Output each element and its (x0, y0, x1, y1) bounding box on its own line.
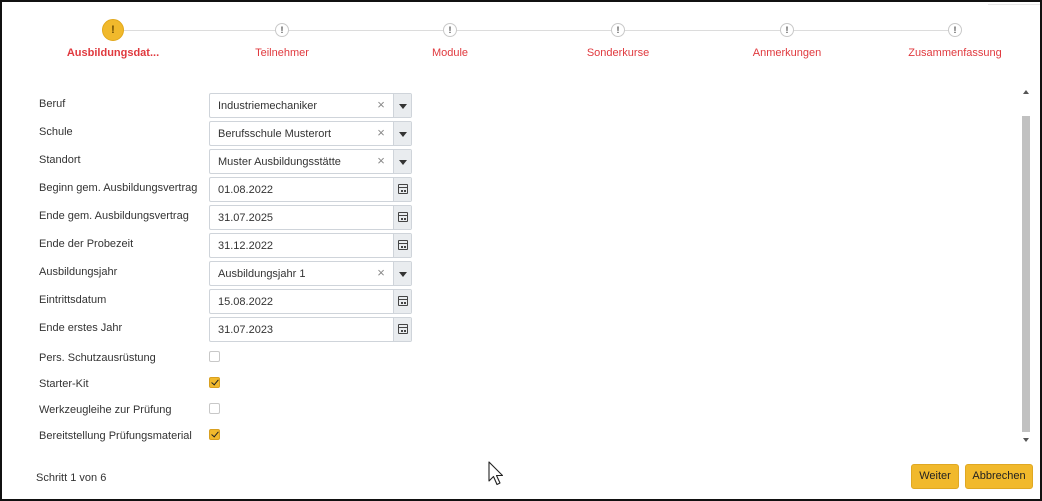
dropdown-button[interactable] (393, 150, 411, 173)
field-label: Pers. Schutzausrüstung (39, 352, 156, 364)
step-label: Module (431, 47, 469, 59)
calendar-icon (398, 296, 408, 306)
field-label: Schule (39, 126, 73, 138)
warning-icon: ! (948, 23, 962, 37)
clear-icon[interactable]: × (375, 154, 387, 168)
stepper: ! Ausbildungsdat... ! Teilnehmer ! Modul… (2, 2, 1042, 72)
field-label: Ende der Probezeit (39, 238, 134, 250)
step-label: Teilnehmer (255, 47, 309, 59)
row-probezeit: Ende der Probezeit 31.12.2022 (39, 233, 419, 259)
row-beruf: Beruf Industriemechaniker × (39, 93, 419, 119)
step-label: Sonderkurse (586, 47, 650, 59)
warning-icon: ! (275, 23, 289, 37)
row-schule: Schule Berufsschule Musterort × (39, 121, 419, 147)
dropdown-button[interactable] (393, 262, 411, 285)
scroll-up-icon[interactable] (1023, 90, 1029, 94)
warning-icon: ! (611, 23, 625, 37)
step-label: Ausbildungsdat... (66, 47, 160, 59)
field-label: Bereitstellung Prüfungsmaterial (39, 430, 192, 442)
probezeit-date-input[interactable]: 31.12.2022 (209, 233, 412, 258)
warning-icon: ! (780, 23, 794, 37)
ausbildungsjahr-select[interactable]: Ausbildungsjahr 1 × (209, 261, 412, 286)
row-schutzausruestung: Pers. Schutzausrüstung (39, 347, 419, 373)
erstes-jahr-date-input[interactable]: 31.07.2023 (209, 317, 412, 342)
calendar-icon (398, 212, 408, 222)
row-beginn: Beginn gem. Ausbildungsvertrag 01.08.202… (39, 177, 419, 203)
clear-icon[interactable]: × (375, 126, 387, 140)
chevron-down-icon (399, 272, 407, 277)
chevron-down-icon (399, 160, 407, 165)
warning-icon: ! (443, 23, 457, 37)
select-value: Muster Ausbildungsstätte (218, 156, 341, 168)
row-standort: Standort Muster Ausbildungsstätte × (39, 149, 419, 175)
row-erstes-jahr: Ende erstes Jahr 31.07.2023 (39, 317, 419, 343)
date-value: 31.07.2023 (218, 324, 274, 336)
datepicker-button[interactable] (393, 290, 411, 313)
datepicker-button[interactable] (393, 206, 411, 229)
field-label: Ausbildungsjahr (39, 266, 118, 278)
chevron-down-icon (399, 104, 407, 109)
step-label: Anmerkungen (752, 47, 822, 59)
beruf-select[interactable]: Industriemechaniker × (209, 93, 412, 118)
field-label: Beginn gem. Ausbildungsvertrag (39, 182, 198, 194)
datepicker-button[interactable] (393, 178, 411, 201)
date-value: 31.12.2022 (218, 240, 274, 252)
select-value: Berufsschule Musterort (218, 128, 332, 140)
field-label: Ende gem. Ausbildungsvertrag (39, 210, 189, 222)
schutzausruestung-checkbox[interactable] (209, 351, 220, 362)
field-label: Standort (39, 154, 81, 166)
wizard-dialog: ! Ausbildungsdat... ! Teilnehmer ! Modul… (0, 0, 1042, 501)
datepicker-button[interactable] (393, 318, 411, 341)
vertical-scrollbar[interactable] (1021, 88, 1031, 444)
step-counter: Schritt 1 von 6 (36, 472, 107, 484)
werkzeugleihe-checkbox[interactable] (209, 403, 220, 414)
field-label: Beruf (39, 98, 66, 110)
date-value: 31.07.2025 (218, 212, 274, 224)
scrollbar-thumb[interactable] (1022, 116, 1030, 432)
dropdown-button[interactable] (393, 122, 411, 145)
standort-select[interactable]: Muster Ausbildungsstätte × (209, 149, 412, 174)
row-pruefungsmaterial: Bereitstellung Prüfungsmaterial (39, 425, 419, 451)
calendar-icon (398, 324, 408, 334)
calendar-icon (398, 240, 408, 250)
ende-date-input[interactable]: 31.07.2025 (209, 205, 412, 230)
select-value: Ausbildungsjahr 1 (218, 268, 306, 280)
warning-icon: ! (102, 19, 124, 41)
pruefungsmaterial-checkbox[interactable] (209, 429, 220, 440)
dropdown-button[interactable] (393, 94, 411, 117)
next-button[interactable]: Weiter (911, 464, 959, 489)
row-werkzeugleihe: Werkzeugleihe zur Prüfung (39, 399, 419, 425)
select-value: Industriemechaniker (218, 100, 318, 112)
clear-icon[interactable]: × (375, 98, 387, 112)
cancel-button[interactable]: Abbrechen (965, 464, 1033, 489)
date-value: 01.08.2022 (218, 184, 274, 196)
beginn-date-input[interactable]: 01.08.2022 (209, 177, 412, 202)
date-value: 15.08.2022 (218, 296, 274, 308)
mouse-cursor-icon (488, 461, 504, 486)
scroll-down-icon[interactable] (1023, 438, 1029, 442)
row-eintritt: Eintrittsdatum 15.08.2022 (39, 289, 419, 315)
row-starter-kit: Starter-Kit (39, 373, 419, 399)
step-label: Zusammenfassung (908, 47, 1002, 59)
calendar-icon (398, 184, 408, 194)
clear-icon[interactable]: × (375, 266, 387, 280)
field-label: Werkzeugleihe zur Prüfung (39, 404, 172, 416)
datepicker-button[interactable] (393, 234, 411, 257)
row-ausbildungsjahr: Ausbildungsjahr Ausbildungsjahr 1 × (39, 261, 419, 287)
starter-kit-checkbox[interactable] (209, 377, 220, 388)
field-label: Starter-Kit (39, 378, 89, 390)
eintritt-date-input[interactable]: 15.08.2022 (209, 289, 412, 314)
field-label: Ende erstes Jahr (39, 322, 123, 334)
schule-select[interactable]: Berufsschule Musterort × (209, 121, 412, 146)
row-ende: Ende gem. Ausbildungsvertrag 31.07.2025 (39, 205, 419, 231)
field-label: Eintrittsdatum (39, 294, 107, 306)
chevron-down-icon (399, 132, 407, 137)
stepper-line (122, 30, 958, 31)
